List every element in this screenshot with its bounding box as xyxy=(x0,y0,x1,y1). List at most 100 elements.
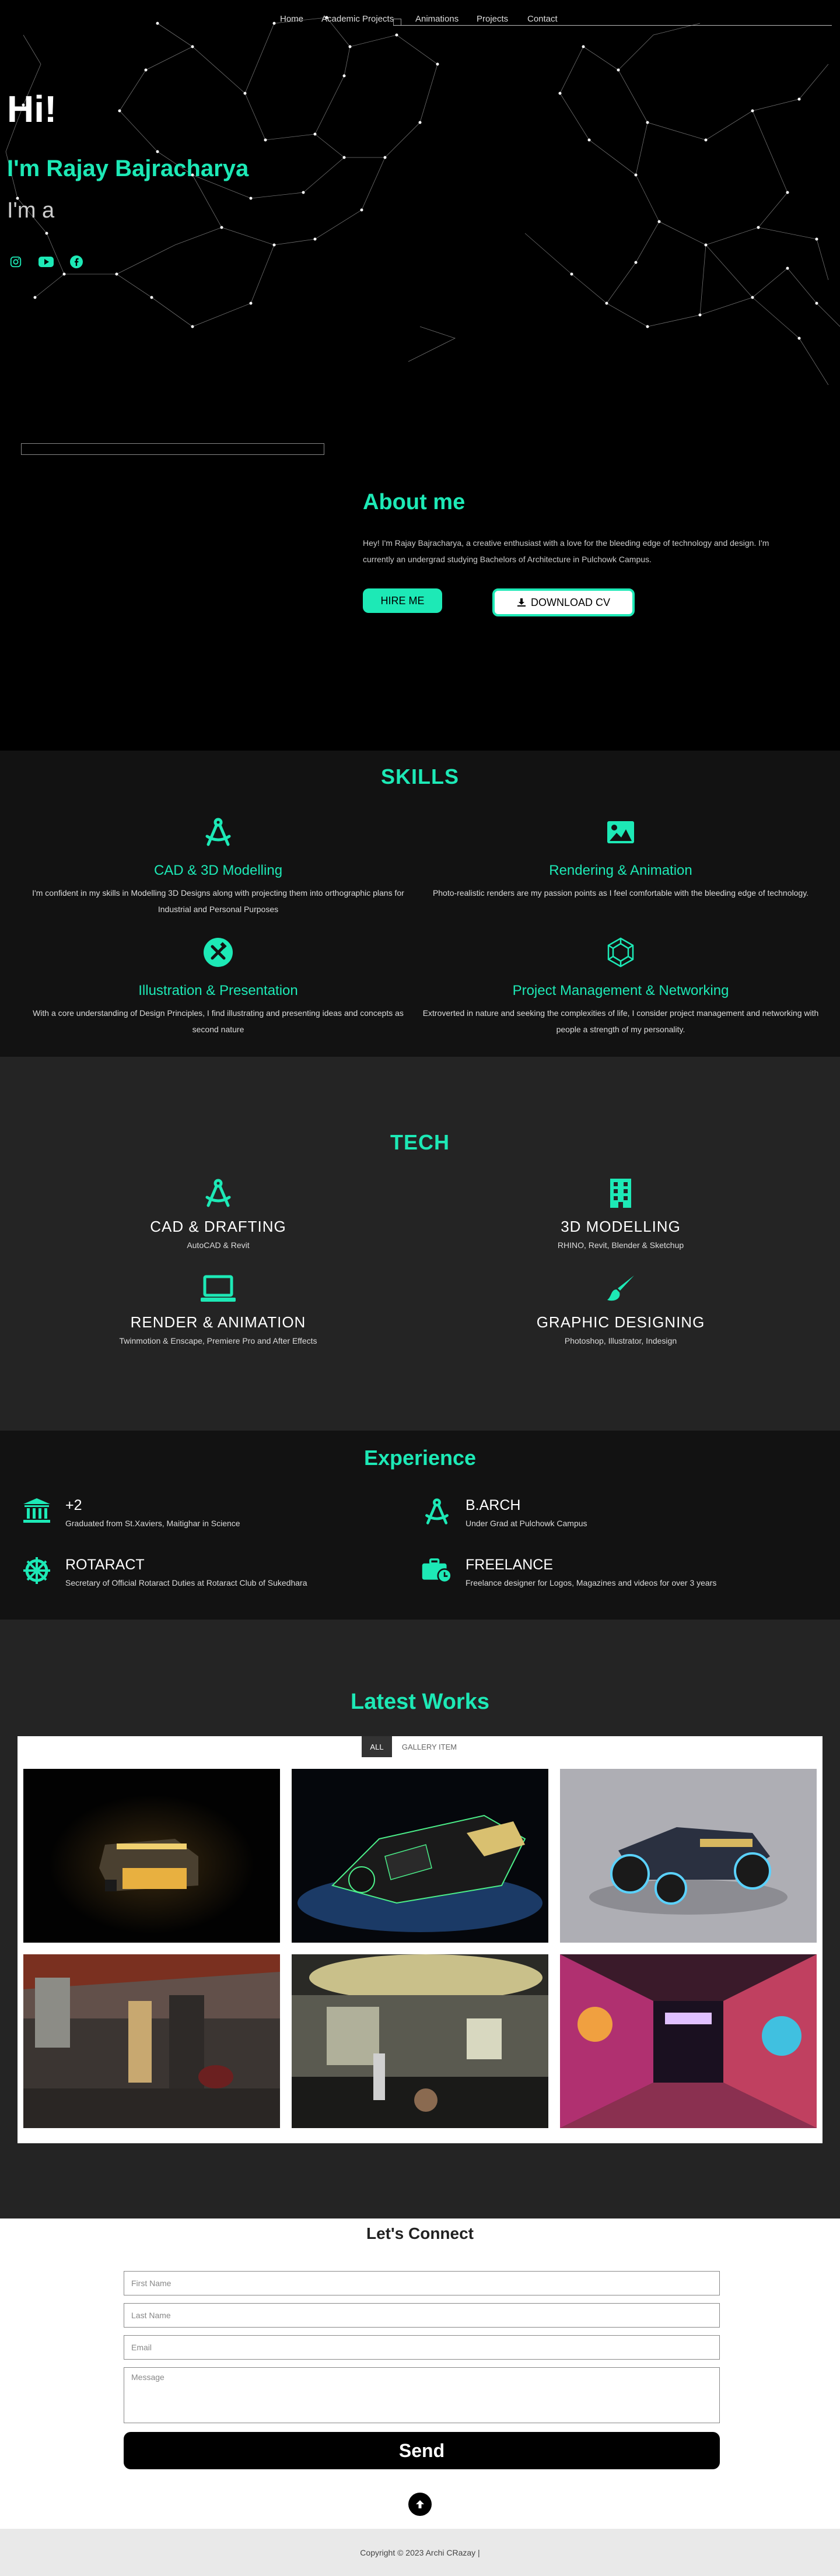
hire-me-button[interactable]: HIRE ME xyxy=(363,588,442,613)
skills-section: SKILLS CAD & 3D Modelling I'm confident … xyxy=(0,751,840,1057)
tech-desc: Twinmotion & Enscape, Premiere Pro and A… xyxy=(119,1336,317,1345)
nav-underline xyxy=(393,25,832,26)
institution-icon xyxy=(21,1497,52,1524)
email-field[interactable] xyxy=(124,2335,720,2360)
tech-title: GRAPHIC DESIGNING xyxy=(536,1313,705,1331)
nav-item-contact[interactable]: Contact xyxy=(527,14,558,24)
skill-title: Illustration & Presentation xyxy=(138,983,298,998)
laptop-icon xyxy=(20,1273,416,1305)
building-icon xyxy=(422,1177,819,1210)
about-title: About me xyxy=(363,490,466,514)
tech-desc: Photoshop, Illustrator, Indesign xyxy=(564,1336,677,1345)
experience-item: +2 Graduated from St.Xaviers, Maitighar … xyxy=(21,1497,240,1528)
experience-section: Experience +2 Graduated from St.Xaviers,… xyxy=(0,1431,840,1620)
main-nav: Home Academic Projects Animations Projec… xyxy=(0,14,840,26)
dharma-wheel-icon xyxy=(21,1557,52,1585)
download-cv-button[interactable]: DOWNLOAD CV xyxy=(492,588,635,616)
skill-title: Project Management & Networking xyxy=(512,983,729,998)
download-cv-label: DOWNLOAD CV xyxy=(530,596,610,608)
skill-card: Rendering & Animation Photo-realistic re… xyxy=(422,816,819,901)
gallery-item[interactable] xyxy=(23,1769,280,1943)
tech-title: RENDER & ANIMATION xyxy=(130,1313,306,1331)
hire-me-label: HIRE ME xyxy=(380,594,425,607)
gallery-item[interactable] xyxy=(292,1954,548,2128)
nav-item-academic-projects[interactable]: Academic Projects xyxy=(321,14,394,24)
nav-item-home[interactable]: Home xyxy=(280,14,303,24)
gallery-item[interactable] xyxy=(23,1954,280,2128)
youtube-icon[interactable] xyxy=(38,254,54,269)
skill-desc: Photo-realistic renders are my passion p… xyxy=(432,888,809,898)
tech-card: RENDER & ANIMATION Twinmotion & Enscape,… xyxy=(20,1273,416,1345)
skill-title: Rendering & Animation xyxy=(549,863,692,878)
tech-desc: AutoCAD & Revit xyxy=(187,1240,250,1250)
about-body: Hey! I'm Rajay Bajracharya, a creative e… xyxy=(363,538,769,564)
message-field[interactable] xyxy=(124,2367,720,2423)
experience-item: FREELANCE Freelance designer for Logos, … xyxy=(421,1557,716,1587)
network-icon xyxy=(422,936,819,969)
experience-desc: Under Grad at Pulchowk Campus xyxy=(466,1519,587,1528)
skill-title: CAD & 3D Modelling xyxy=(153,863,283,878)
facebook-icon[interactable] xyxy=(69,254,84,269)
tech-card: CAD & DRAFTING AutoCAD & Revit xyxy=(20,1177,416,1250)
skill-card: Project Management & Networking Extrover… xyxy=(422,936,819,1038)
last-name-field[interactable] xyxy=(124,2303,720,2328)
briefcase-clock-icon xyxy=(421,1557,453,1585)
tech-title: 3D MODELLING xyxy=(561,1218,681,1235)
about-section: About me Hey! I'm Rajay Bajracharya, a c… xyxy=(0,420,840,751)
drafting-compass-icon xyxy=(20,1177,416,1210)
instagram-icon[interactable] xyxy=(8,254,23,269)
filter-gallery-item-tab[interactable]: GALLERY ITEM xyxy=(394,1736,464,1757)
experience-title: FREELANCE xyxy=(466,1557,554,1573)
skill-desc: I'm confident in my skills in Modelling … xyxy=(32,888,404,914)
gallery-item[interactable] xyxy=(560,1769,817,1943)
connect-title: Let's Connect xyxy=(366,2224,474,2242)
first-name-field[interactable] xyxy=(124,2271,720,2295)
tech-title: TECH xyxy=(390,1130,450,1154)
nav-item-projects[interactable]: Projects xyxy=(477,14,508,24)
skills-title: SKILLS xyxy=(380,765,459,788)
connect-section: Let's Connect Send xyxy=(0,2218,840,2529)
image-icon xyxy=(422,816,819,849)
drafting-compass-icon xyxy=(421,1497,453,1526)
copyright-text: Copyright © 2023 Archi CRazay | xyxy=(360,2547,480,2557)
experience-desc: Freelance designer for Logos, Magazines … xyxy=(466,1578,717,1587)
hammer-wrench-icon xyxy=(20,936,416,969)
nav-item-animations[interactable]: Animations xyxy=(415,14,459,24)
send-button[interactable]: Send xyxy=(124,2432,720,2469)
filter-all-tab[interactable]: ALL xyxy=(362,1736,392,1757)
skill-desc: With a core understanding of Design Prin… xyxy=(33,1008,404,1034)
experience-title: B.ARCH xyxy=(466,1497,521,1513)
drafting-compass-icon xyxy=(20,816,416,849)
particle-network-background xyxy=(5,16,840,385)
gallery-panel: ALL GALLERY ITEM xyxy=(18,1736,822,2143)
tech-desc: RHINO, Revit, Blender & Sketchup xyxy=(557,1240,684,1250)
gallery-item[interactable] xyxy=(560,1954,817,2128)
tech-card: GRAPHIC DESIGNING Photoshop, Illustrator… xyxy=(422,1273,819,1345)
arrow-up-icon xyxy=(416,2500,424,2508)
paint-brush-icon xyxy=(422,1273,819,1305)
back-to-top-button[interactable] xyxy=(408,2493,432,2516)
hero-section: Home Academic Projects Animations Projec… xyxy=(0,0,840,420)
experience-title: Experience xyxy=(363,1446,477,1470)
latest-works-section: Latest Works ALL GALLERY ITEM xyxy=(0,1620,840,2218)
skill-card: Illustration & Presentation With a core … xyxy=(20,936,416,1038)
social-links xyxy=(8,254,84,269)
tech-card: 3D MODELLING RHINO, Revit, Blender & Ske… xyxy=(422,1177,819,1250)
footer: Copyright © 2023 Archi CRazay | xyxy=(0,2529,840,2576)
about-image-placeholder xyxy=(21,443,324,455)
works-title: Latest Works xyxy=(351,1690,489,1714)
hero-greeting: Hi! xyxy=(7,88,57,130)
experience-desc: Graduated from St.Xaviers, Maitighar in … xyxy=(65,1519,240,1528)
gallery-item[interactable] xyxy=(292,1769,548,1943)
hero-name: I'm Rajay Bajracharya xyxy=(7,156,249,181)
tech-section: TECH CAD & DRAFTING AutoCAD & Revit 3D M… xyxy=(0,1057,840,1431)
hero-role: I'm a xyxy=(7,198,55,223)
experience-title: ROTARACT xyxy=(65,1557,145,1573)
download-icon xyxy=(517,598,526,607)
skill-desc: Extroverted in nature and seeking the co… xyxy=(422,1008,819,1034)
experience-item: ROTARACT Secretary of Official Rotaract … xyxy=(21,1557,307,1587)
experience-item: B.ARCH Under Grad at Pulchowk Campus xyxy=(421,1497,587,1528)
skill-card: CAD & 3D Modelling I'm confident in my s… xyxy=(20,816,416,917)
tech-title: CAD & DRAFTING xyxy=(150,1218,286,1235)
experience-title: +2 xyxy=(65,1497,82,1513)
